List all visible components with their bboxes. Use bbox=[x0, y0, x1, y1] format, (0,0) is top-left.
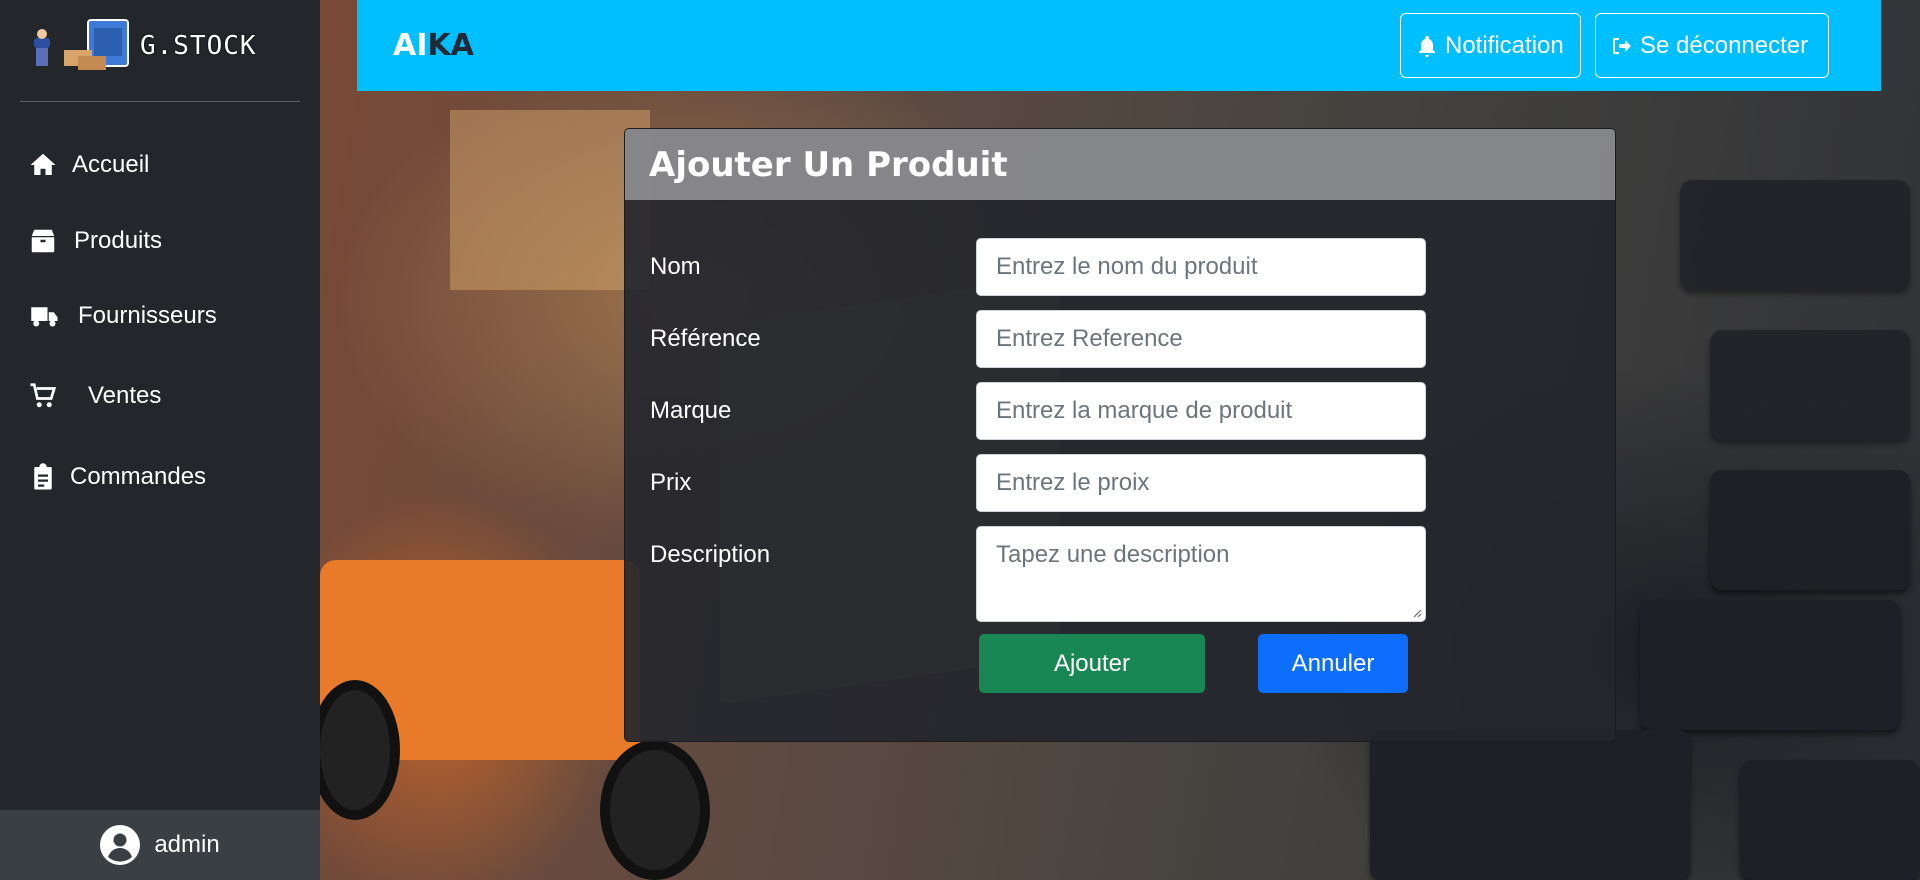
sidebar-item-accueil[interactable]: Accueil bbox=[28, 145, 149, 185]
marque-placeholder: Entrez la marque de produit bbox=[996, 397, 1293, 424]
bell-icon bbox=[1419, 35, 1435, 57]
brand-name: G.STOCK bbox=[140, 31, 257, 61]
logout-button[interactable]: Se déconnecter bbox=[1595, 13, 1829, 78]
box-icon bbox=[31, 229, 55, 253]
resize-handle-icon[interactable] bbox=[1412, 608, 1422, 618]
description-placeholder: Tapez une description bbox=[996, 541, 1230, 568]
reference-placeholder: Entrez Reference bbox=[996, 325, 1183, 352]
app-title[interactable]: AIKA bbox=[393, 28, 474, 63]
top-navbar: AIKA Notification Se déconnecter bbox=[357, 0, 1881, 91]
brand[interactable]: G.STOCK bbox=[28, 16, 257, 76]
reference-input[interactable]: Entrez Reference bbox=[976, 310, 1426, 368]
cancel-button[interactable]: Annuler bbox=[1258, 634, 1408, 693]
reference-label: Référence bbox=[650, 325, 761, 352]
sidebar-item-label: Ventes bbox=[88, 382, 162, 409]
home-icon bbox=[30, 153, 56, 175]
sidebar-divider bbox=[20, 101, 300, 102]
prix-placeholder: Entrez le proix bbox=[996, 469, 1150, 496]
sidebar-item-label: Commandes bbox=[70, 463, 207, 490]
notification-label: Notification bbox=[1445, 31, 1564, 59]
truck-icon bbox=[31, 307, 58, 327]
sidebar-item-commandes[interactable]: Commandes bbox=[28, 457, 206, 497]
marque-input[interactable]: Entrez la marque de produit bbox=[976, 382, 1426, 440]
sidebar-item-label: Fournisseurs bbox=[78, 302, 217, 329]
nom-label: Nom bbox=[650, 253, 701, 280]
description-label: Description bbox=[650, 541, 771, 568]
add-product-card: Ajouter Un Produit Nom Entrez le nom du … bbox=[624, 128, 1616, 742]
sidebar-item-fournisseurs[interactable]: Fournisseurs bbox=[28, 296, 217, 336]
cart-icon bbox=[30, 383, 57, 408]
user-avatar-icon bbox=[100, 825, 141, 865]
description-textarea[interactable]: Tapez une description bbox=[976, 526, 1426, 622]
form-title: Ajouter Un Produit bbox=[649, 144, 1008, 185]
prix-input[interactable]: Entrez le proix bbox=[976, 454, 1426, 512]
sidebar: G.STOCK Accueil Produits Fournisseurs Ve… bbox=[0, 0, 320, 880]
sidebar-item-label: Accueil bbox=[72, 151, 150, 178]
sidebar-item-produits[interactable]: Produits bbox=[28, 221, 162, 261]
nom-input[interactable]: Entrez le nom du produit bbox=[976, 238, 1426, 296]
nom-placeholder: Entrez le nom du produit bbox=[996, 253, 1258, 280]
marque-label: Marque bbox=[650, 397, 732, 424]
sign-out-icon bbox=[1613, 37, 1631, 54]
user-profile[interactable]: admin bbox=[0, 810, 320, 880]
username: admin bbox=[154, 831, 220, 858]
clipboard-icon bbox=[34, 463, 52, 490]
notification-button[interactable]: Notification bbox=[1400, 13, 1581, 78]
logout-label: Se déconnecter bbox=[1640, 31, 1809, 59]
prix-label: Prix bbox=[650, 469, 692, 496]
card-header: Ajouter Un Produit bbox=[625, 129, 1615, 200]
warehouse-logo-icon bbox=[28, 16, 136, 76]
app-title-part2: KA bbox=[427, 28, 474, 63]
app-title-part1: AI bbox=[393, 28, 428, 63]
sidebar-item-ventes[interactable]: Ventes bbox=[28, 376, 161, 416]
add-button[interactable]: Ajouter bbox=[979, 634, 1205, 693]
sidebar-item-label: Produits bbox=[74, 227, 163, 254]
